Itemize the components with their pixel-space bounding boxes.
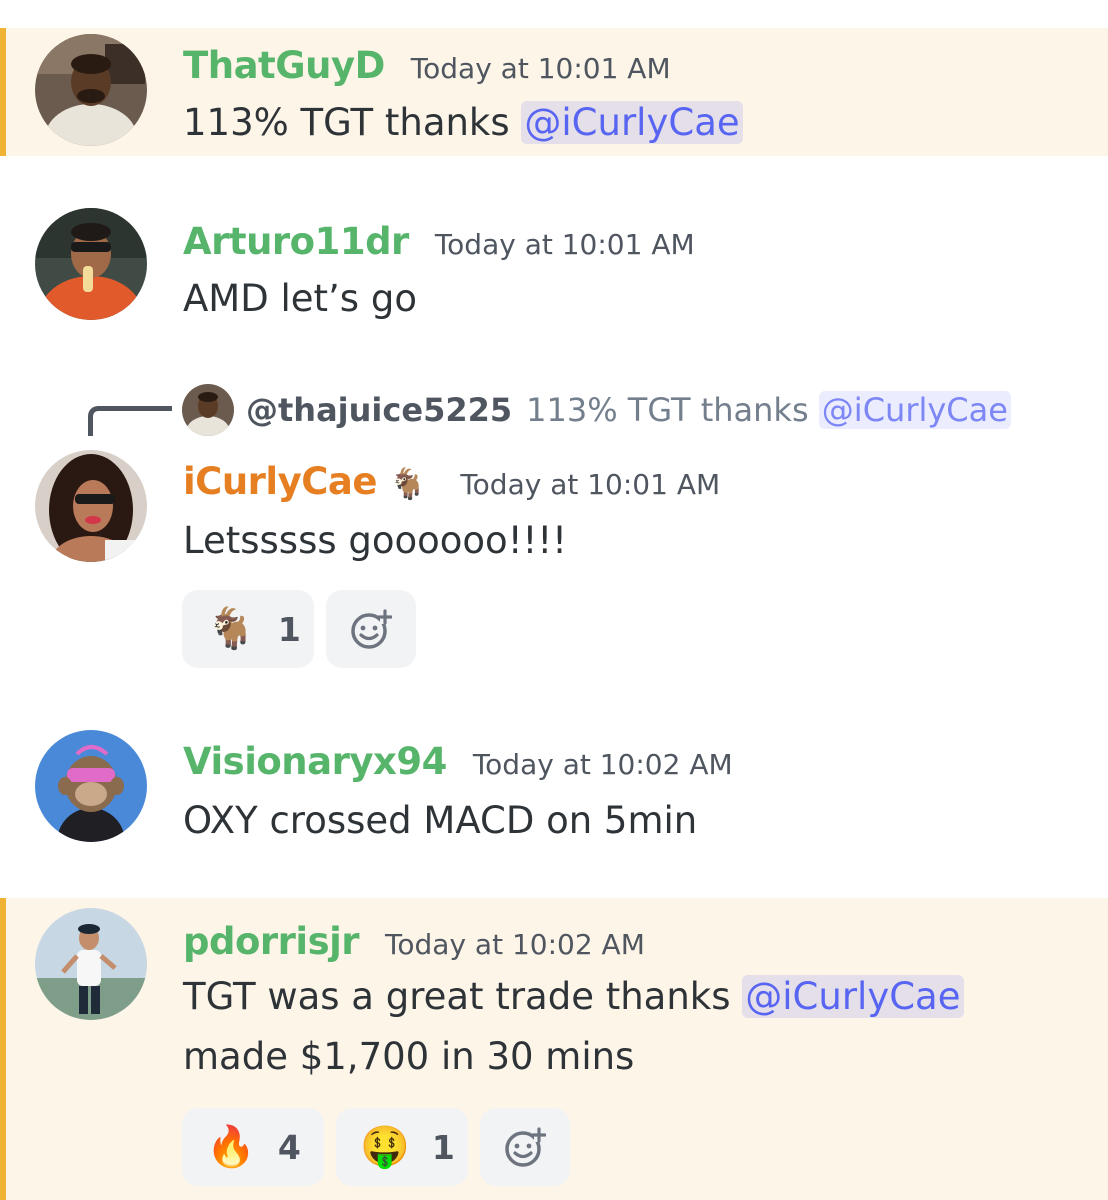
reaction-count: 4: [277, 1127, 301, 1167]
reply-avatar: [182, 384, 234, 436]
username[interactable]: Arturo11dr: [183, 220, 409, 263]
reply-username[interactable]: @thajuice5225: [246, 391, 512, 429]
username[interactable]: ThatGuyD: [183, 44, 385, 87]
money-mouth-icon: 🤑: [360, 1124, 410, 1170]
message-text: 113% TGT thanks @iCurlyCae: [183, 94, 743, 152]
reaction-money-mouth[interactable]: 🤑 1: [336, 1108, 468, 1186]
message-text: Letsssss goooooo!!!!: [183, 519, 568, 562]
reactions: 🐐 1: [182, 590, 416, 668]
avatar[interactable]: [35, 34, 147, 146]
message-pdorrisjr[interactable]: pdorrisjr Today at 10:02 AM TGT was a gr…: [0, 898, 1108, 1200]
timestamp: Today at 10:01 AM: [410, 52, 671, 85]
message-text-line-2: made $1,700 in 30 mins: [183, 1035, 635, 1078]
avatar[interactable]: [35, 908, 147, 1020]
reply-preview[interactable]: @thajuice5225 113% TGT thanks @iCurlyCae: [182, 384, 1011, 436]
timestamp: Today at 10:02 AM: [385, 928, 645, 961]
avatar[interactable]: [35, 208, 147, 320]
reaction-count: 1: [277, 609, 301, 649]
fire-icon: 🔥: [206, 1124, 256, 1170]
reply-text: 113% TGT thanks @iCurlyCae: [526, 391, 1011, 429]
message-thatguyd[interactable]: ThatGuyD Today at 10:01 AM 113% TGT than…: [0, 28, 1108, 156]
message-arturo11dr[interactable]: Arturo11dr Today at 10:01 AM AMD let’s g…: [0, 190, 1108, 340]
user-mention[interactable]: @iCurlyCae: [818, 391, 1011, 429]
message-text: OXY crossed MACD on 5min: [183, 799, 698, 842]
timestamp: Today at 10:01 AM: [434, 228, 695, 261]
message-text-part: 113% TGT thanks: [183, 101, 522, 144]
avatar[interactable]: [35, 730, 147, 842]
add-reaction-icon: [505, 1127, 546, 1167]
reaction-goat[interactable]: 🐐 1: [182, 590, 314, 668]
avatar[interactable]: [35, 450, 147, 562]
timestamp: Today at 10:01 AM: [460, 468, 721, 501]
reaction-fire[interactable]: 🔥 4: [182, 1108, 324, 1186]
reactions: 🔥 4 🤑 1: [182, 1108, 570, 1186]
message-icurlycae[interactable]: @thajuice5225 113% TGT thanks @iCurlyCae…: [0, 380, 1108, 690]
user-mention[interactable]: @iCurlyCae: [742, 975, 964, 1018]
message-text: AMD let’s go: [183, 277, 417, 320]
message-visionaryx94[interactable]: Visionaryx94 Today at 10:02 AM OXY cross…: [0, 710, 1108, 870]
message-text: TGT was a great trade thanks @iCurlyCae: [183, 968, 964, 1026]
add-reaction-icon: [351, 609, 392, 649]
goat-icon: 🐐: [206, 606, 256, 652]
reply-connector: [88, 406, 172, 436]
username[interactable]: pdorrisjr: [183, 920, 360, 963]
chat-message-list: ThatGuyD Today at 10:01 AM 113% TGT than…: [0, 0, 1108, 1200]
message-text-part: TGT was a great trade thanks: [183, 975, 743, 1018]
goat-icon: 🐐: [388, 467, 427, 502]
reaction-count: 1: [431, 1127, 455, 1167]
username[interactable]: iCurlyCae: [183, 460, 377, 503]
username[interactable]: Visionaryx94: [183, 740, 447, 783]
add-reaction-button[interactable]: [326, 590, 416, 668]
timestamp: Today at 10:02 AM: [472, 748, 733, 781]
user-mention[interactable]: @iCurlyCae: [521, 101, 743, 144]
reply-text-part: 113% TGT thanks: [526, 391, 819, 429]
add-reaction-button[interactable]: [480, 1108, 570, 1186]
